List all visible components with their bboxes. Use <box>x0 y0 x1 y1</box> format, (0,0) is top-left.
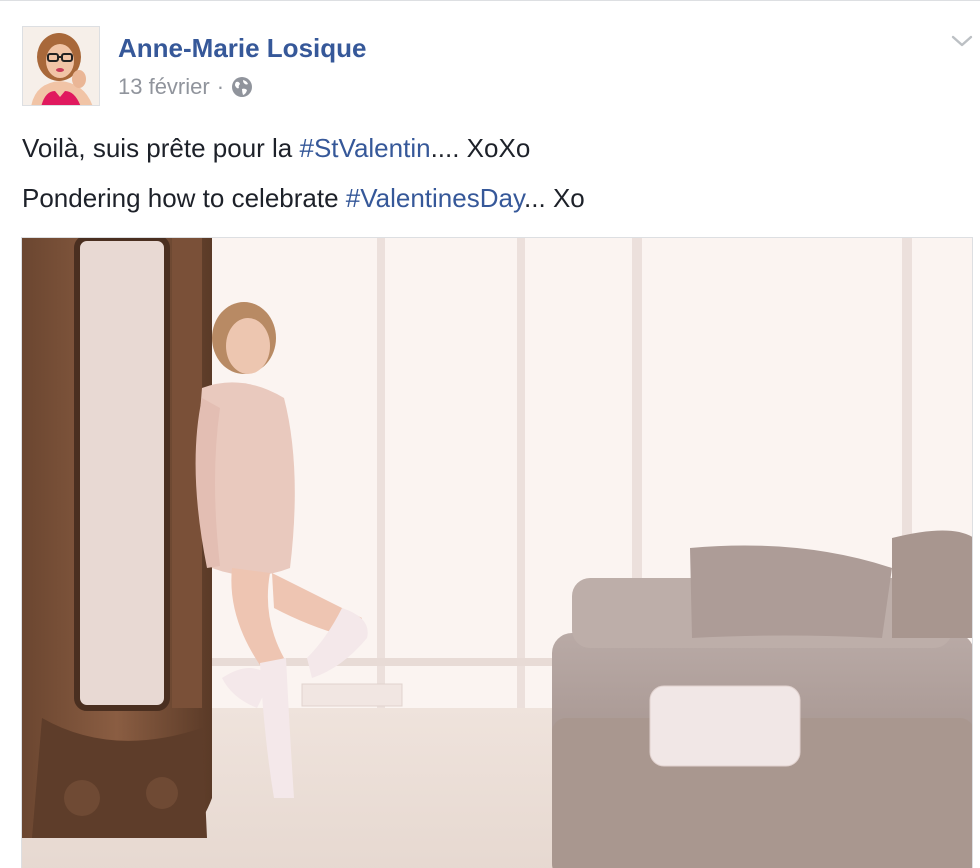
post-date-link[interactable]: 13 février <box>118 74 210 100</box>
post-text-line-1: Voilà, suis prête pour la #StValentin...… <box>22 133 530 164</box>
hashtag-stvalentin-link[interactable]: #StValentin <box>300 133 431 163</box>
hashtag-valentinesday-link[interactable]: #ValentinesDay <box>346 183 524 213</box>
post-meta: 13 février · <box>118 73 253 101</box>
post-text-line-2: Pondering how to celebrate #ValentinesDa… <box>22 183 585 214</box>
post-text-segment: ... Xo <box>524 183 585 213</box>
photo-image <box>22 238 972 868</box>
avatar-image <box>23 27 99 105</box>
globe-icon[interactable] <box>231 76 253 98</box>
post-text-segment: .... XoXo <box>430 133 531 163</box>
post-text-segment: Voilà, suis prête pour la <box>22 133 300 163</box>
facebook-post: Anne-Marie Losique 13 février · Voilà, s… <box>0 0 980 868</box>
post-text-segment: Pondering how to celebrate <box>22 183 346 213</box>
author-name-link[interactable]: Anne-Marie Losique <box>118 33 366 64</box>
post-photo[interactable] <box>21 237 973 868</box>
meta-separator: · <box>216 74 225 99</box>
avatar[interactable] <box>22 26 100 106</box>
chevron-down-icon[interactable] <box>950 31 974 51</box>
